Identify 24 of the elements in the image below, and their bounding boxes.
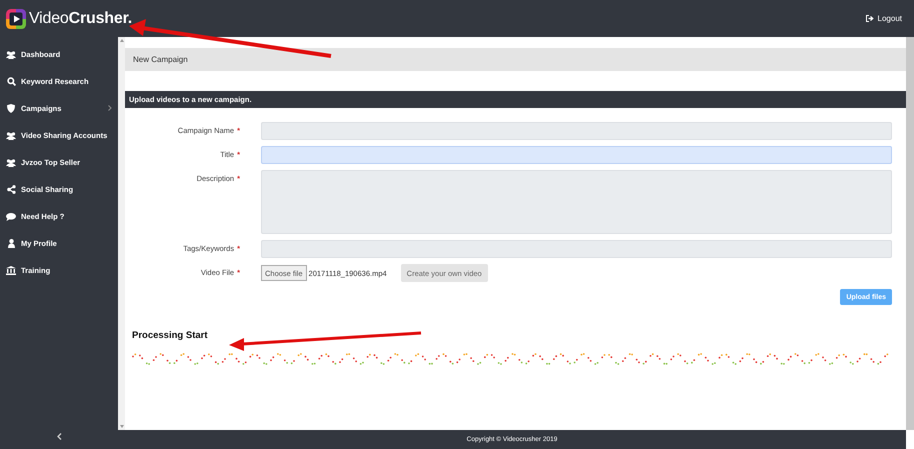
scroll-down-icon[interactable] [120,425,124,428]
sign-out-icon [866,15,874,22]
users-icon [6,50,16,58]
section-title: Processing Start [132,330,208,341]
brand-name: VideoCrusher. [29,10,132,28]
logo-icon [6,8,26,28]
users-icon [6,132,16,140]
textarea-field[interactable] [261,170,892,234]
shield-icon [7,104,15,113]
chevron-left-icon[interactable] [56,433,62,440]
input-field[interactable] [261,146,892,164]
bank-icon [6,266,16,275]
chevron-right-icon [108,105,112,111]
input-field[interactable] [261,240,892,258]
speech-bubble-icon [6,212,16,220]
users-icon [6,158,16,166]
user-icon [8,239,14,248]
logout-button[interactable]: Logout [866,14,902,23]
search-icon [6,77,16,86]
share-icon [6,185,16,194]
page-title: New Campaign [125,48,906,71]
scrollbar[interactable] [906,37,914,430]
scroll-up-icon[interactable] [120,39,124,42]
input-field[interactable] [261,122,892,140]
